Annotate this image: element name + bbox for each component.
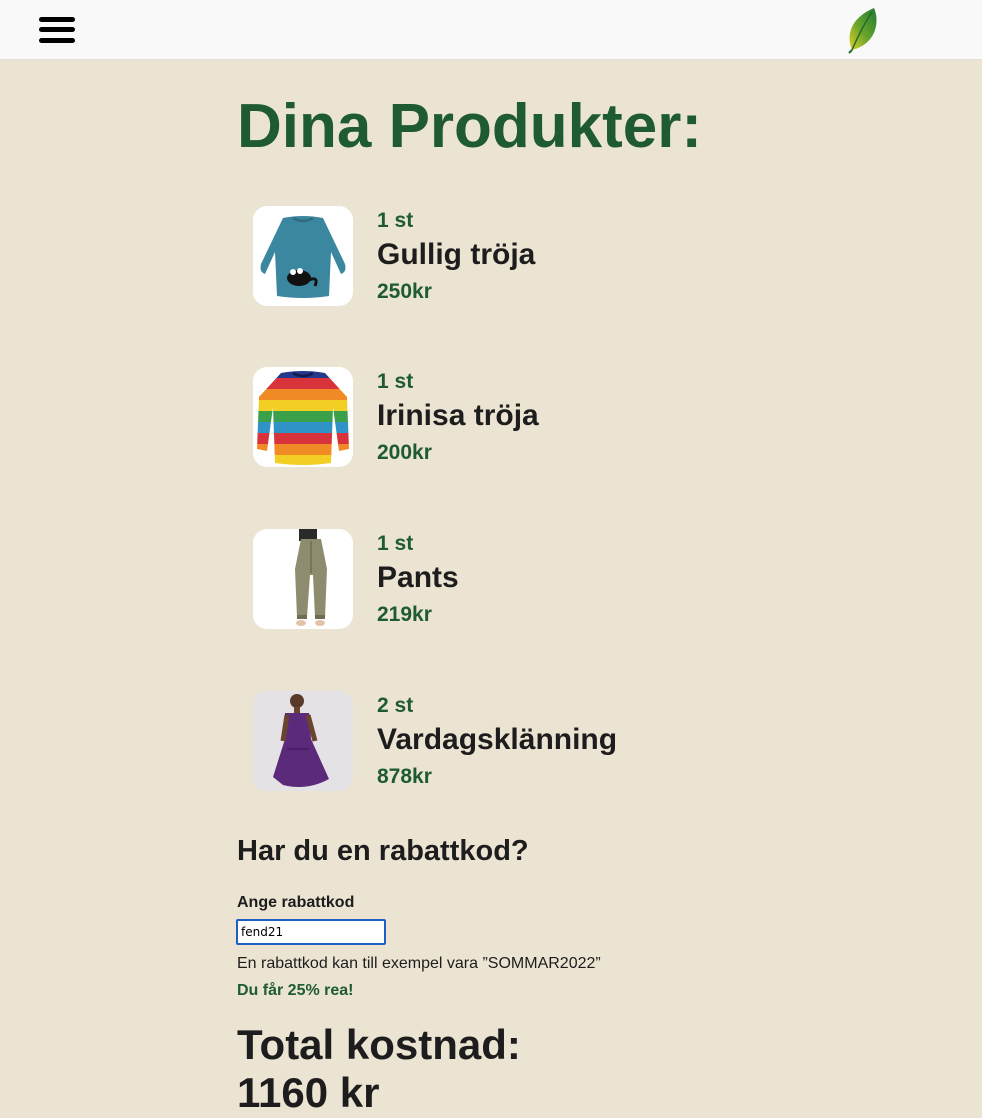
- product-price: 250kr: [377, 280, 432, 303]
- discount-hint: En rabattkod kan till exempel vara ”SOMM…: [237, 955, 601, 972]
- product-price: 878kr: [377, 765, 432, 788]
- product-image-teal-cat-sweater[interactable]: [253, 206, 353, 306]
- product-image-rainbow-striped-sweater[interactable]: [253, 367, 353, 467]
- total-heading: Total kostnad:: [237, 1021, 521, 1068]
- product-item[interactable]: 1 st Gullig tröja 250kr: [253, 206, 733, 306]
- product-quantity: 2 st: [377, 694, 414, 717]
- product-quantity: 1 st: [377, 209, 414, 232]
- product-item[interactable]: 1 st Irinisa tröja 200kr: [253, 367, 733, 467]
- hamburger-menu-icon[interactable]: [39, 16, 75, 44]
- top-bar: [0, 0, 982, 60]
- total-value: 1160 kr: [237, 1069, 380, 1116]
- page-title: Dina Produkter:: [237, 92, 703, 161]
- product-price: 200kr: [377, 441, 432, 464]
- product-name: Vardagsklänning: [377, 723, 618, 756]
- product-quantity: 1 st: [377, 370, 414, 393]
- product-item[interactable]: 1 st Pants 219kr: [253, 529, 733, 629]
- discount-code-input[interactable]: [236, 919, 386, 945]
- product-image-olive-pants[interactable]: [253, 529, 353, 629]
- product-name: Irinisa tröja: [377, 399, 539, 432]
- discount-label: Ange rabattkod: [237, 894, 355, 911]
- product-image-purple-dress[interactable]: [253, 691, 353, 791]
- product-name: Pants: [377, 561, 459, 594]
- discount-heading: Har du en rabattkod?: [237, 835, 529, 867]
- product-name: Gullig tröja: [377, 238, 536, 271]
- product-quantity: 1 st: [377, 532, 414, 555]
- leaf-icon[interactable]: [844, 6, 882, 54]
- product-item[interactable]: 2 st Vardagsklänning 878kr: [253, 691, 733, 791]
- product-price: 219kr: [377, 603, 432, 626]
- discount-success-message: Du får 25% rea!: [237, 982, 354, 999]
